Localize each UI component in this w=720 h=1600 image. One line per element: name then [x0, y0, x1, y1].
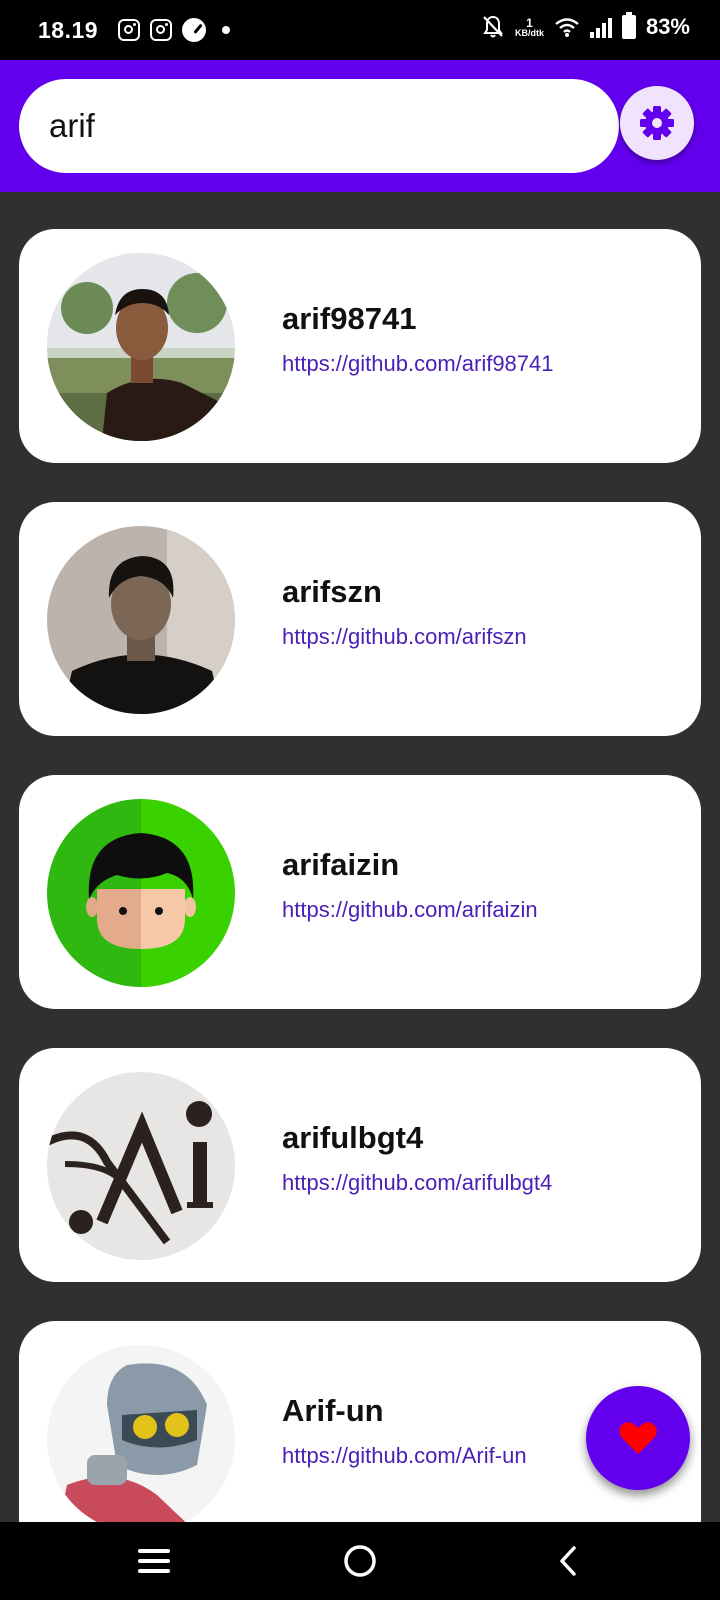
avatar-photo-arifszn: [47, 526, 235, 714]
user-name: arifulbgt4: [282, 1120, 424, 1155]
user-url[interactable]: https://github.com/arifszn: [282, 624, 527, 650]
user-url[interactable]: https://github.com/arifaizin: [282, 897, 538, 923]
settings-button[interactable]: [620, 86, 694, 160]
user-card[interactable]: arif98741 https://github.com/arif98741: [19, 229, 701, 463]
instagram-icon: [150, 19, 172, 41]
user-name: arif98741: [282, 301, 417, 336]
instagram-icon: [118, 19, 140, 41]
user-url[interactable]: https://github.com/Arif-un: [282, 1443, 527, 1469]
network-speed-unit: KB/dtk: [514, 27, 544, 38]
avatar: [47, 253, 235, 441]
signal-icon: [589, 16, 612, 38]
network-speed: 1 KB/dtk: [515, 17, 544, 38]
app-bar: [0, 60, 720, 192]
recents-button[interactable]: [124, 1536, 184, 1586]
chevron-left-icon: [560, 1546, 576, 1576]
battery-icon: [621, 12, 636, 39]
user-name: Arif-un: [282, 1393, 384, 1428]
avatar: [47, 1072, 235, 1260]
wifi-icon: [555, 18, 579, 37]
avatar-logo-arifulbgt4: [47, 1072, 235, 1260]
user-url[interactable]: https://github.com/arif98741: [282, 351, 554, 377]
user-name: arifaizin: [282, 847, 400, 882]
avatar: [47, 526, 235, 714]
status-time: 18.19: [38, 17, 99, 43]
more-notifications-dot-icon: [222, 26, 230, 34]
back-button[interactable]: [538, 1536, 598, 1586]
home-circle-icon: [344, 1545, 376, 1577]
user-card[interactable]: arifszn https://github.com/arifszn: [19, 502, 701, 736]
user-list[interactable]: arif98741 https://github.com/arif98741 a…: [0, 192, 720, 1522]
notification-icons: [118, 18, 230, 42]
menu-icon: [138, 1549, 170, 1573]
avatar: [47, 799, 235, 987]
gear-icon: [640, 106, 674, 140]
speedometer-icon: [182, 18, 206, 42]
home-button[interactable]: [330, 1536, 390, 1586]
avatar-figure-arif-un: [47, 1345, 235, 1522]
battery-percentage: 83%: [645, 14, 690, 39]
heart-icon: [619, 1422, 657, 1454]
system-icons: 1 KB/dtk 83%: [481, 12, 690, 40]
bell-off-icon: [483, 15, 503, 38]
status-bar: 18.19 1 KB/dtk 83%: [0, 0, 720, 60]
user-url[interactable]: https://github.com/arifulbgt4: [282, 1170, 552, 1196]
avatar-photo-arif98741: [47, 253, 235, 441]
user-card[interactable]: arifulbgt4 https://github.com/arifulbgt4: [19, 1048, 701, 1282]
search-input[interactable]: [19, 79, 619, 173]
avatar: [47, 1345, 235, 1522]
avatar-illustration-arifaizin: [47, 799, 235, 987]
system-navigation-bar: [0, 1522, 720, 1600]
favorites-button[interactable]: [586, 1386, 690, 1490]
user-card[interactable]: arifaizin https://github.com/arifaizin: [19, 775, 701, 1009]
network-speed-value: 1: [526, 15, 533, 30]
user-name: arifszn: [282, 574, 382, 609]
